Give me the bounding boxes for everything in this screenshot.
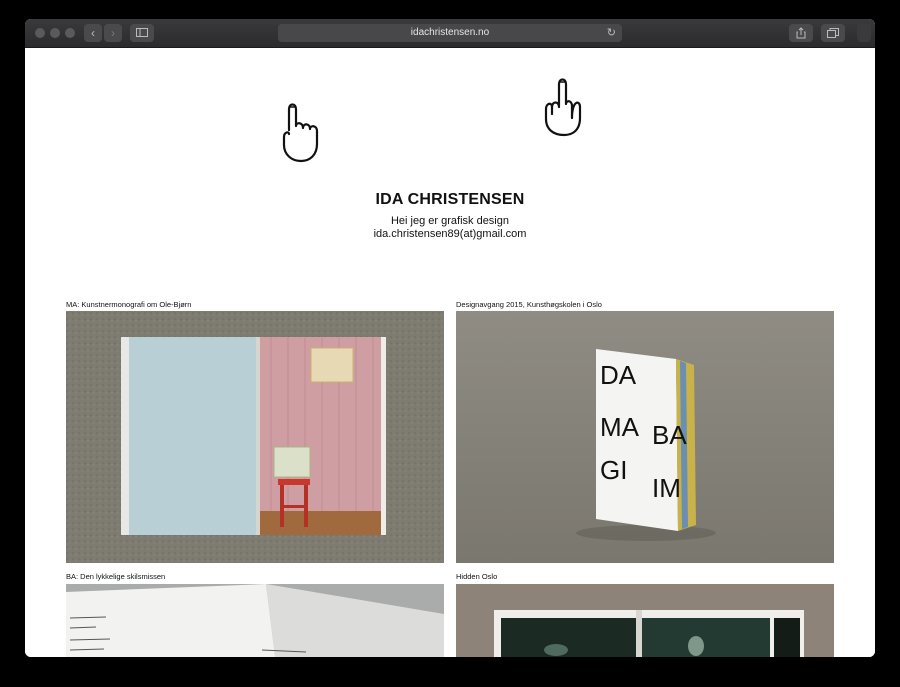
share-icon — [796, 27, 806, 39]
cover-word-1: DA — [600, 360, 637, 390]
cover-word-5: IM — [652, 473, 681, 503]
chevron-right-icon: › — [111, 26, 115, 40]
cover-word-2: MA — [600, 412, 640, 442]
project-thumbnail-2[interactable]: DA MA BA GI IM — [456, 311, 834, 563]
sidebar-icon — [136, 28, 148, 37]
middle-finger-hand-icon — [544, 78, 582, 137]
url-text: idachristensen.no — [410, 27, 490, 38]
project-thumbnail-1[interactable] — [66, 311, 444, 563]
browser-window: ‹ › idachristensen.no ↻ IDA CHRISTENSEN … — [25, 19, 875, 657]
minimize-window-button[interactable] — [50, 28, 60, 38]
sidebar-button[interactable] — [130, 24, 154, 42]
open-book-text-photo — [66, 584, 444, 657]
open-book-photo — [66, 311, 444, 563]
browser-toolbar: ‹ › idachristensen.no ↻ — [25, 19, 875, 48]
cover-word-3: BA — [652, 420, 687, 450]
tabs-button[interactable] — [821, 24, 845, 42]
forward-button[interactable]: › — [104, 24, 122, 42]
pointing-hand-icon — [282, 103, 319, 163]
project-title-2[interactable]: Designavgang 2015, Kunsthøgskolen i Oslo — [456, 300, 602, 309]
email-link[interactable]: ida.christensen89(at)gmail.com — [25, 228, 875, 241]
new-tab-button[interactable] — [857, 24, 871, 42]
chevron-left-icon: ‹ — [91, 26, 95, 40]
project-title-4[interactable]: Hidden Oslo — [456, 572, 497, 581]
intro-text: Hei jeg er grafisk design ida.christense… — [25, 215, 875, 241]
page-title: IDA CHRISTENSEN — [375, 191, 525, 208]
back-button[interactable]: ‹ — [84, 24, 102, 42]
close-window-button[interactable] — [35, 28, 45, 38]
photo-book-photo — [456, 584, 834, 657]
project-thumbnail-3[interactable] — [66, 584, 444, 657]
zoom-window-button[interactable] — [65, 28, 75, 38]
address-bar[interactable]: idachristensen.no ↻ — [278, 24, 622, 42]
tabs-icon — [827, 28, 839, 38]
share-button[interactable] — [789, 24, 813, 42]
reload-icon[interactable]: ↻ — [607, 24, 616, 42]
book-cover-photo: DA MA BA GI IM — [456, 311, 834, 563]
project-title-1[interactable]: MA: Kunstnermonografi om Ole-Bjørn — [66, 300, 191, 309]
tagline: Hei jeg er grafisk design — [390, 215, 509, 227]
cover-word-4: GI — [600, 455, 627, 485]
project-thumbnail-4[interactable] — [456, 584, 834, 657]
page-content: IDA CHRISTENSEN Hei jeg er grafisk desig… — [25, 48, 875, 657]
project-title-3[interactable]: BA: Den lykkelige skilsmissen — [66, 572, 165, 581]
